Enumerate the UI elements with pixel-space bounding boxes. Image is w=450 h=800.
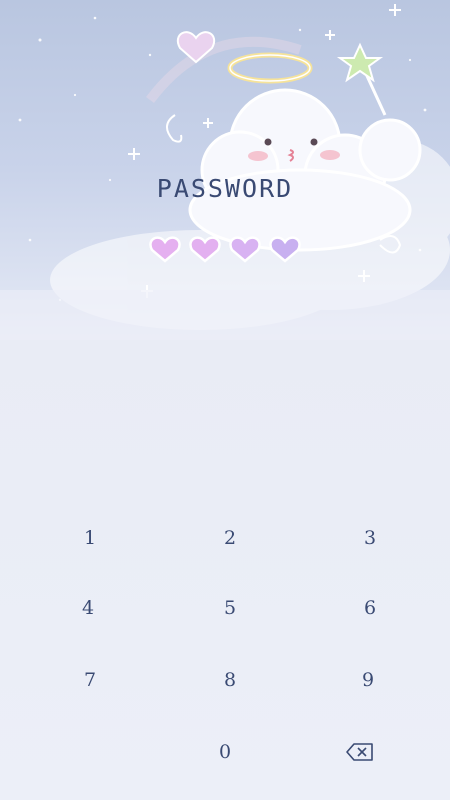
key-8[interactable]: 8 (185, 650, 275, 710)
key-7[interactable]: 7 (45, 650, 135, 710)
key-3[interactable]: 3 (325, 508, 415, 568)
key-5[interactable]: 5 (185, 578, 275, 638)
cloud-angel-illustration (0, 4, 450, 340)
key-0[interactable]: 0 (180, 722, 270, 782)
key-6[interactable]: 6 (325, 578, 415, 638)
numeric-keypad: 1 2 3 4 5 6 7 8 9 0 (0, 500, 450, 790)
key-4[interactable]: 4 (43, 578, 133, 638)
lock-wallpaper (0, 0, 450, 340)
pin-dot-heart-icon (189, 236, 221, 263)
pin-dot-heart-icon (149, 236, 181, 263)
key-9[interactable]: 9 (323, 650, 413, 710)
pin-dot-heart-icon (229, 236, 261, 263)
key-2[interactable]: 2 (185, 508, 275, 568)
key-1[interactable]: 1 (45, 508, 135, 568)
delete-button[interactable] (330, 732, 390, 772)
backspace-icon (346, 743, 373, 761)
password-title: PASSWORD (156, 174, 294, 203)
pin-dot-heart-icon (269, 236, 301, 263)
pin-indicator (145, 230, 315, 270)
